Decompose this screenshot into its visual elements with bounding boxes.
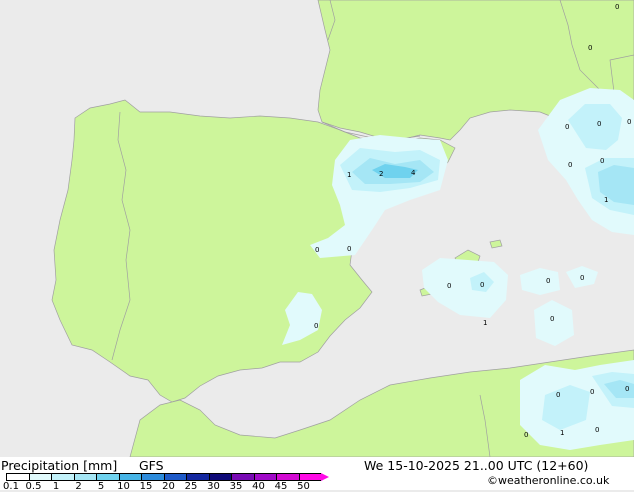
value-label: 0 [556,391,560,399]
color-scale [6,473,329,481]
value-label: 0 [597,120,601,128]
scale-label: 10 [117,481,130,492]
value-label: 0 [588,44,592,52]
scale-segment [73,473,96,481]
value-label: 0 [568,161,572,169]
value-label: 0 [480,281,484,289]
scale-segment [141,473,164,481]
scale-label: 30 [207,481,220,492]
footer: Precipitation [mm] GFS We 15-10-2025 21.… [0,457,634,492]
value-label: 0 [314,322,318,330]
scale-label: 0.5 [25,481,42,492]
scale-segment [163,473,186,481]
scale-segment [51,473,74,481]
value-label: 0 [447,282,451,290]
value-label: 0 [546,277,550,285]
value-label: 0 [625,385,629,393]
scale-segment [118,473,141,481]
scale-segment [253,473,276,481]
value-label: 1 [604,196,608,204]
scale-segment [276,473,299,481]
value-label: 0 [347,245,351,253]
scale-segment [208,473,231,481]
scale-label: 5 [97,481,105,492]
value-label: 2 [379,170,383,178]
scale-label: 25 [184,481,198,492]
value-label: 0 [315,246,319,254]
valid-datetime: We 15-10-2025 21..00 UTC (12+60) [364,458,589,473]
value-label: 0 [615,3,619,11]
value-label: 4 [411,169,416,177]
value-label: 1 [560,429,564,437]
value-label: 0 [600,157,604,165]
scale-label: 0.1 [3,481,19,492]
scale-label: 1 [52,481,60,492]
scale-segment [186,473,209,481]
value-label: 0 [565,123,569,131]
scale-segment [96,473,119,481]
value-label: 0 [627,118,631,126]
scale-arrow-tip [321,473,329,481]
scale-label: 2 [75,481,82,492]
scale-segment [6,473,29,481]
scale-segment [231,473,254,481]
scale-label: 45 [274,481,288,492]
model-name: GFS [139,458,164,473]
value-label: 0 [550,315,554,323]
scale-label: 15 [139,481,153,492]
scale-label: 35 [229,481,243,492]
scale-label: 50 [297,481,310,492]
scale-label: 20 [162,481,175,492]
scale-segment [298,473,321,481]
value-label: 0 [590,388,594,396]
value-label: 1 [347,171,351,179]
credit: ©weatheronline.co.uk [487,474,610,487]
precipitation-map: 0 0 1 2 4 0 0 0 0 0 0 0 0 1 0 0 0 0 1 0 … [0,0,634,457]
map-title: Precipitation [mm] [1,458,118,473]
scale-label: 40 [252,481,265,492]
value-label: 0 [524,431,528,439]
scale-segment [28,473,51,481]
value-label: 1 [483,319,487,327]
value-label: 0 [580,274,584,282]
value-label: 0 [595,426,599,434]
